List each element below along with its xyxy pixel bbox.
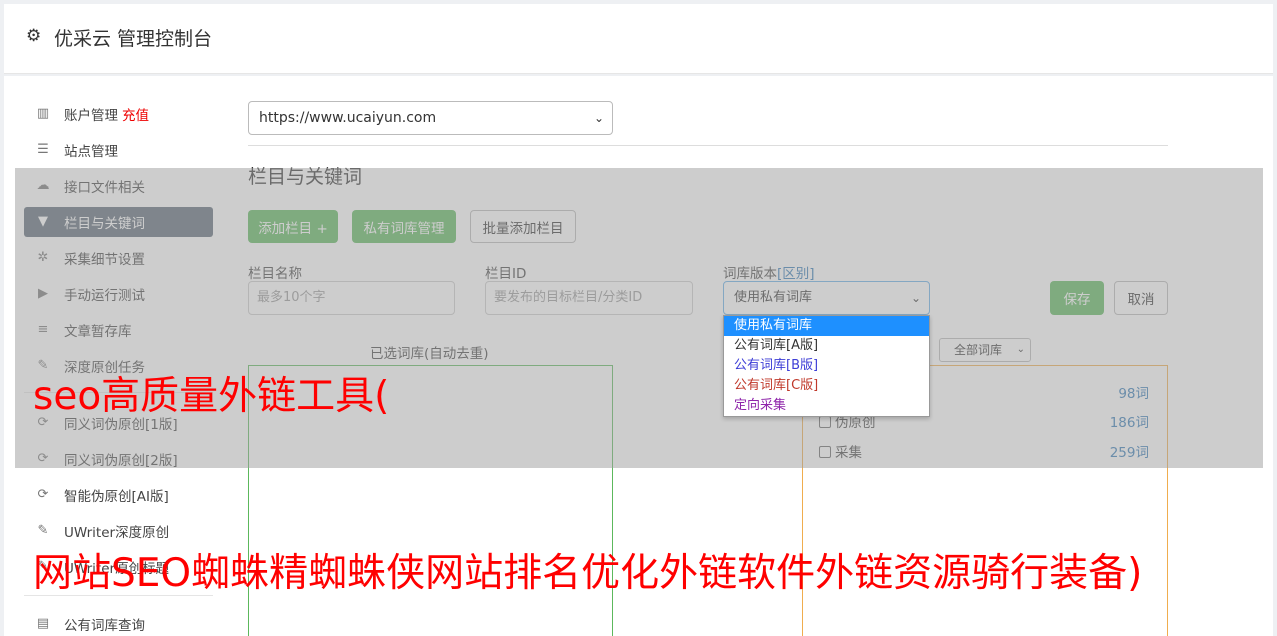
column-id-label: 栏目ID [485, 266, 527, 282]
column-id-input[interactable]: 要发布的目标栏目/分类ID [485, 281, 693, 315]
library-checkbox[interactable] [819, 416, 831, 428]
recharge-link[interactable]: 充值 [122, 104, 149, 124]
overlay-text-line1: seo高质量外链工具( [33, 374, 390, 419]
library-count: 186词 [1109, 415, 1149, 431]
edit-icon: ✎ [37, 523, 49, 538]
chevron-down-icon: ⌄ [593, 111, 604, 125]
version-label: 词库版本[区别] [723, 262, 815, 282]
library-row[interactable]: 采集 259词 [819, 441, 1149, 461]
sidebar-item-public-lib[interactable]: ▤ 公有词库查询 [24, 609, 213, 636]
library-filter-value: 全部词库 [954, 343, 1003, 357]
private-library-button[interactable]: 私有词库管理 [352, 210, 456, 243]
library-checkbox[interactable] [819, 446, 831, 458]
play-icon: ▶ [38, 286, 48, 301]
top-bar: ⚙ 优采云 管理控制台 [4, 4, 1273, 74]
cloud-upload-icon: ☁ [36, 178, 50, 193]
server-icon: ☰ [37, 142, 49, 157]
library-count: 259词 [1109, 445, 1149, 461]
app-title: 优采云 管理控制台 [54, 28, 213, 50]
sidebar-item-manual-run[interactable]: ▶ 手动运行测试 [24, 279, 213, 309]
refresh-icon: ⟳ [37, 451, 49, 466]
save-button[interactable]: 保存 [1050, 281, 1104, 315]
divider [248, 145, 1168, 146]
site-select[interactable]: https://www.ucaiyun.com ⌄ [248, 101, 613, 135]
sidebar-item-ai-rewrite[interactable]: ⟳ 智能伪原创[AI版] [24, 480, 213, 510]
batch-add-column-button[interactable]: 批量添加栏目 [470, 210, 576, 243]
library-name: 采集 [835, 445, 862, 461]
version-select-value: 使用私有词库 [734, 290, 813, 305]
column-name-label: 栏目名称 [248, 266, 302, 282]
overlay-text-line2: 网站SEO蜘蛛精蜘蛛侠网站排名优化外链软件外链资源骑行装备) [33, 551, 1143, 596]
gear-icon: ⚙ [26, 26, 42, 46]
dropdown-option-private[interactable]: 使用私有词库 [724, 316, 929, 336]
dropdown-option-public-c[interactable]: 公有词库[C版] [724, 376, 929, 396]
sidebar-item-uwriter-original[interactable]: ✎ UWriter深度原创 [24, 516, 213, 546]
book-icon: ▤ [36, 616, 50, 631]
bar-chart-icon: ▥ [36, 106, 50, 121]
edit-icon: ✎ [37, 358, 49, 373]
dropdown-option-public-a[interactable]: 公有词库[A版] [724, 336, 929, 356]
sidebar-item-interface[interactable]: ☁ 接口文件相关 [24, 171, 213, 201]
chevron-down-icon: ⌄ [910, 291, 921, 305]
column-name-input[interactable]: 最多10个字 [248, 281, 455, 315]
sidebar-item-label: 采集细节设置 [64, 252, 145, 268]
chevron-down-icon: ⌄ [1016, 344, 1025, 355]
difference-link[interactable]: [区别] [777, 266, 815, 282]
filter-icon: ▼ [38, 214, 48, 229]
sidebar-item-label: 公有词库查询 [64, 618, 145, 634]
sidebar-item-columns[interactable]: ▼ 栏目与关键词 [24, 207, 213, 237]
dropdown-option-directed[interactable]: 定向采集 [724, 396, 929, 416]
sidebar-item-sites[interactable]: ☰ 站点管理 [24, 135, 213, 165]
sidebar-item-label: 接口文件相关 [64, 180, 145, 196]
sidebar-item-label: 智能伪原创[AI版] [64, 489, 169, 505]
version-dropdown[interactable]: 使用私有词库 公有词库[A版] 公有词库[B版] 公有词库[C版] 定向采集 [723, 315, 930, 417]
sidebar-item-article-store[interactable]: ≡ 文章暂存库 [24, 315, 213, 345]
site-select-value: https://www.ucaiyun.com [259, 110, 437, 126]
refresh-icon: ⟳ [37, 487, 49, 502]
database-icon: ≡ [37, 322, 49, 337]
library-count: 98词 [1118, 386, 1149, 402]
sidebar-item-label: 手动运行测试 [64, 288, 145, 304]
library-name: 伪原创 [835, 415, 876, 431]
dropdown-option-public-b[interactable]: 公有词库[B版] [724, 356, 929, 376]
sidebar-item-label: 同义词伪原创[2版] [64, 453, 178, 469]
sidebar-item-label: 站点管理 [64, 144, 118, 160]
library-filter-select[interactable]: 全部词库 ⌄ [939, 338, 1031, 362]
cancel-button[interactable]: 取消 [1114, 281, 1168, 315]
sidebar-item-label: UWriter深度原创 [64, 525, 170, 541]
selected-libs-title: 已选词库(自动去重) [370, 346, 489, 362]
sidebar-item-collect-settings[interactable]: ✲ 采集细节设置 [24, 243, 213, 273]
cogs-icon: ✲ [37, 250, 49, 265]
version-label-text: 词库版本 [723, 266, 777, 282]
sidebar-item-account[interactable]: ▥ 账户管理 充值 [24, 99, 213, 129]
sidebar-item-label: 文章暂存库 [64, 324, 132, 340]
sidebar-item-label: 栏目与关键词 [64, 216, 145, 232]
add-column-button[interactable]: 添加栏目 + [248, 210, 338, 243]
version-select[interactable]: 使用私有词库 ⌄ [723, 281, 930, 315]
sidebar-item-synonym-v2[interactable]: ⟳ 同义词伪原创[2版] [24, 444, 213, 474]
sidebar-item-label: 账户管理 [64, 108, 118, 124]
section-title: 栏目与关键词 [248, 166, 363, 188]
sidebar-item-label: 深度原创任务 [64, 360, 145, 376]
